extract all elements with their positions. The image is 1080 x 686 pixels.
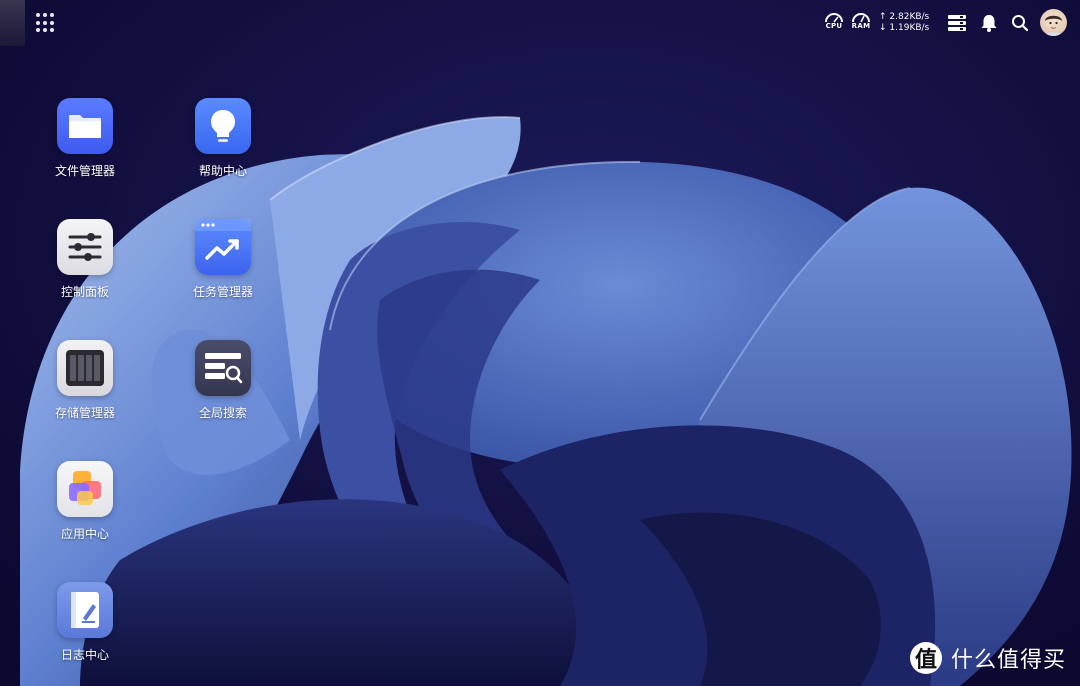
lightbulb-icon (195, 98, 251, 154)
ram-gauge[interactable]: RAM (849, 10, 873, 30)
download-speed: ↓ 1.19KB/s (879, 23, 930, 33)
app-label: 文件管理器 (54, 164, 115, 178)
app-global-search[interactable]: 全局搜索 (173, 340, 273, 421)
launcher-grid-icon[interactable] (36, 13, 56, 33)
avatar[interactable] (1040, 9, 1067, 36)
cpu-label: CPU (825, 22, 843, 30)
corner-tab[interactable] (0, 0, 25, 46)
cpu-gauge[interactable]: CPU (822, 10, 846, 30)
app-app-center[interactable]: 应用中心 (35, 461, 135, 542)
log-book-icon (57, 582, 113, 638)
app-label: 控制面板 (60, 285, 109, 299)
app-label: 全局搜索 (198, 406, 247, 420)
app-stack-icon (57, 461, 113, 517)
trend-chart-icon (195, 219, 251, 275)
watermark-logo-icon: 值 (910, 642, 942, 674)
ram-label: RAM (851, 22, 871, 30)
disk-bays-icon (57, 340, 113, 396)
folder-icon (57, 98, 113, 154)
app-control-panel[interactable]: 控制面板 (35, 219, 135, 300)
app-file-manager[interactable]: 文件管理器 (35, 98, 135, 179)
watermark-text: 什么值得买 (951, 648, 1067, 673)
upload-speed: ↑ 2.82KB/s (879, 12, 930, 22)
sliders-icon (57, 219, 113, 275)
app-label: 任务管理器 (192, 285, 253, 299)
app-label: 日志中心 (60, 648, 109, 662)
top-bar: CPU RAM ↑ 2.82KB/s ↓ 1.19KB/s (0, 0, 1080, 46)
app-log-center[interactable]: 日志中心 (35, 582, 135, 663)
app-label: 帮助中心 (198, 164, 247, 178)
storage-status-icon[interactable] (946, 12, 968, 34)
app-storage-manager[interactable]: 存储管理器 (35, 340, 135, 421)
app-label: 应用中心 (60, 527, 109, 541)
search-icon[interactable] (1009, 12, 1031, 34)
network-speed: ↑ 2.82KB/s ↓ 1.19KB/s (879, 12, 929, 34)
bell-icon[interactable] (978, 12, 1000, 34)
app-help-center[interactable]: 帮助中心 (173, 98, 273, 179)
app-task-manager[interactable]: 任务管理器 (173, 219, 273, 300)
app-label: 存储管理器 (54, 406, 115, 420)
search-list-icon (195, 340, 251, 396)
smzdm-watermark: 值 什么值得买 (910, 641, 1066, 675)
desktop-wallpaper (0, 0, 1080, 686)
